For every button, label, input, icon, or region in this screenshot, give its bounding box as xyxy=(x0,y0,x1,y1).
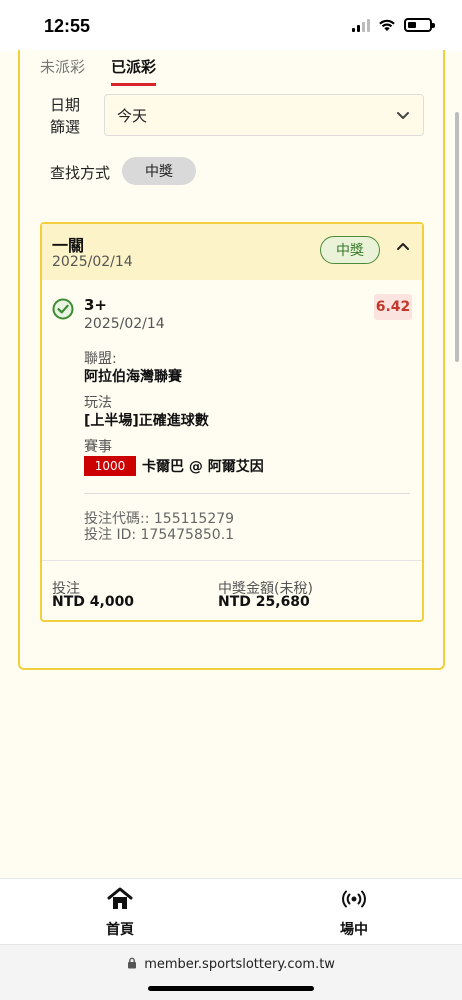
check-circle-icon xyxy=(52,298,74,320)
nav-home-label: 首頁 xyxy=(106,922,134,938)
bet-id: 投注 ID: 175475850.1 xyxy=(84,527,235,543)
bet-card: 一關 2025/02/14 中獎 3+ 2025/02/14 6.42 聯盟: … xyxy=(40,222,424,622)
divider xyxy=(84,493,410,494)
nav-home[interactable]: 首頁 xyxy=(80,887,160,939)
home-icon xyxy=(107,887,133,909)
date-filter-label: 日期篩選 xyxy=(50,96,81,136)
divider xyxy=(42,560,422,561)
battery-icon xyxy=(404,18,435,32)
date-filter-value: 今天 xyxy=(117,106,148,125)
nav-live-label: 場中 xyxy=(340,922,368,938)
selection-date: 2025/02/14 xyxy=(84,316,165,332)
event-code-badge: 1000 xyxy=(84,456,136,476)
bet-date: 2025/02/14 xyxy=(52,254,133,270)
league-label: 聯盟: xyxy=(84,351,117,367)
search-method-pill[interactable]: 中獎 xyxy=(122,157,196,185)
status-time: 12:55 xyxy=(44,16,91,36)
search-method-label: 查找方式 xyxy=(50,164,111,182)
market-value: [上半場]正確進球數 xyxy=(84,413,209,429)
league-value: 阿拉伯海灣聯賽 xyxy=(84,369,182,385)
bet-card-header[interactable]: 一關 2025/02/14 中獎 xyxy=(42,224,422,280)
chevron-down-icon xyxy=(397,112,409,119)
tab-unsettled[interactable]: 未派彩 xyxy=(40,56,85,86)
status-bar: 12:55 xyxy=(0,0,462,52)
event-label: 賽事 xyxy=(84,439,112,455)
cellular-signal-icon xyxy=(352,18,370,32)
browser-url-bar[interactable]: member.sportslottery.com.tw xyxy=(0,944,462,1000)
lock-icon xyxy=(128,957,137,969)
nav-live[interactable]: 場中 xyxy=(314,887,394,939)
bet-history-panel: 未派彩 已派彩 日期篩選 今天 查找方式 中獎 一關 2025/02/14 中獎… xyxy=(18,50,445,670)
win-status-badge: 中獎 xyxy=(320,236,380,264)
bottom-nav: 首頁 場中 xyxy=(0,878,462,944)
url-value: member.sportslottery.com.tw xyxy=(144,957,335,972)
scrollbar[interactable] xyxy=(455,112,459,362)
date-filter-select[interactable]: 今天 xyxy=(104,94,424,136)
selection-name: 3+ xyxy=(84,296,108,314)
payout-tabs: 未派彩 已派彩 xyxy=(40,56,157,86)
chevron-up-icon[interactable] xyxy=(396,240,410,254)
home-indicator[interactable] xyxy=(148,986,314,991)
wifi-icon xyxy=(379,19,395,31)
status-icons xyxy=(352,18,435,32)
event-name: 卡爾巴 @ 阿爾艾因 xyxy=(142,459,264,475)
tab-settled[interactable]: 已派彩 xyxy=(111,56,157,86)
stake-value: NTD 4,000 xyxy=(52,594,135,610)
odds-badge: 6.42 xyxy=(374,294,412,320)
url-text: member.sportslottery.com.tw xyxy=(0,957,462,972)
market-label: 玩法 xyxy=(84,395,112,411)
payout-value: NTD 25,680 xyxy=(218,594,310,610)
bet-type: 一關 xyxy=(52,236,85,255)
event-row: 1000 卡爾巴 @ 阿爾艾因 xyxy=(84,456,264,476)
live-icon xyxy=(342,890,366,908)
